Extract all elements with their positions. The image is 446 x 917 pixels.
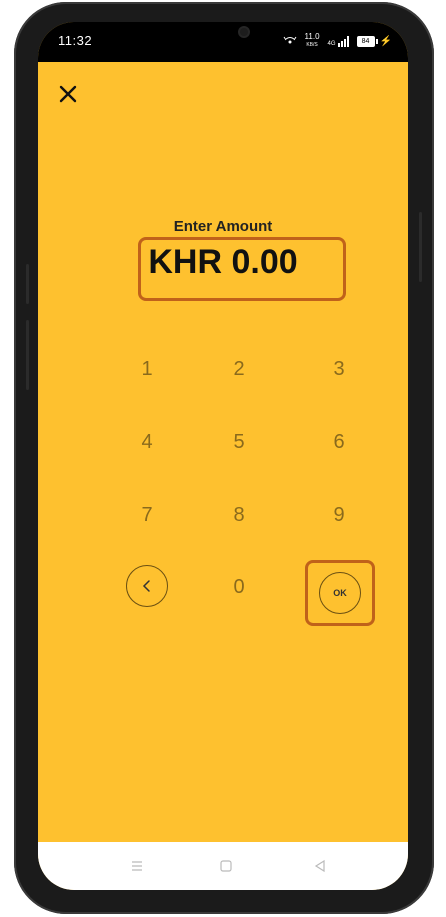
status-icons: 11.0 KB/S 4G 84 ⚡ bbox=[283, 33, 392, 49]
menu-icon[interactable] bbox=[127, 856, 147, 876]
speed-value: 11.0 bbox=[304, 32, 320, 41]
charging-icon: ⚡ bbox=[379, 35, 392, 47]
status-bar: 11:32 11.0 KB/S 4G 84 ⚡ bbox=[38, 22, 408, 62]
network-type: 4G bbox=[327, 40, 336, 47]
status-time: 11:32 bbox=[58, 33, 93, 48]
battery-icon: 84 ⚡ bbox=[356, 35, 392, 47]
close-icon[interactable] bbox=[56, 82, 80, 106]
notch bbox=[203, 22, 283, 48]
ok-button[interactable]: OK bbox=[319, 572, 361, 614]
volume-button bbox=[26, 264, 29, 304]
key-4[interactable]: 4 bbox=[117, 422, 177, 462]
backspace-button[interactable] bbox=[126, 565, 168, 607]
amount-value: KHR 0.00 bbox=[148, 243, 298, 281]
home-icon[interactable] bbox=[216, 856, 236, 876]
power-button bbox=[419, 212, 422, 282]
key-6[interactable]: 6 bbox=[309, 422, 369, 462]
back-icon[interactable] bbox=[310, 856, 330, 876]
key-2[interactable]: 2 bbox=[209, 349, 269, 389]
volume-button-2 bbox=[26, 320, 29, 390]
key-3[interactable]: 3 bbox=[309, 349, 369, 389]
network-speed: 11.0 KB/S bbox=[305, 33, 320, 49]
key-0[interactable]: 0 bbox=[209, 567, 269, 607]
key-7[interactable]: 7 bbox=[117, 495, 177, 535]
amount-label: Enter Amount bbox=[173, 218, 273, 235]
hotspot-icon bbox=[283, 36, 296, 44]
key-1[interactable]: 1 bbox=[117, 349, 177, 389]
cell-signal: 4G bbox=[327, 35, 349, 47]
navigation-bar bbox=[38, 842, 408, 890]
key-8[interactable]: 8 bbox=[209, 495, 269, 535]
ok-label: OK bbox=[333, 588, 347, 598]
key-9[interactable]: 9 bbox=[309, 495, 369, 535]
chevron-left-icon bbox=[142, 580, 150, 592]
speed-unit: KB/S bbox=[306, 42, 318, 48]
key-5[interactable]: 5 bbox=[209, 422, 269, 462]
battery-level: 84 bbox=[356, 35, 375, 47]
signal-icon bbox=[337, 35, 349, 47]
app-screen: 11:32 11.0 KB/S 4G 84 ⚡ Enter Amount KHR… bbox=[38, 22, 408, 890]
camera-icon bbox=[240, 28, 248, 36]
